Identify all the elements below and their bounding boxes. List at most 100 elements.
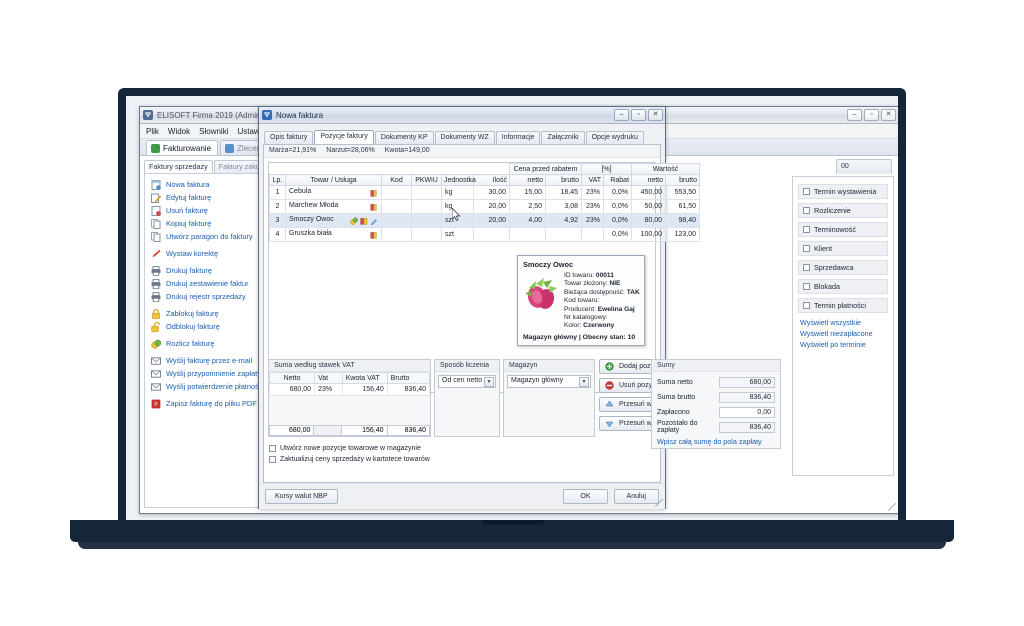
menu-plik[interactable]: Plik bbox=[146, 127, 159, 136]
cell-lp[interactable]: 3 bbox=[270, 214, 286, 228]
cell-name[interactable]: Gruszka biała bbox=[286, 228, 382, 242]
tab-opcje-wydruku[interactable]: Opcje wydruku bbox=[586, 131, 644, 144]
cell-name[interactable]: Marchew Młoda bbox=[286, 200, 382, 214]
cell-cena_brutto[interactable] bbox=[546, 228, 582, 242]
cell-cena_netto[interactable] bbox=[510, 228, 546, 242]
cell-vat[interactable]: 23% bbox=[582, 200, 604, 214]
column-header-netto[interactable]: netto bbox=[632, 175, 666, 186]
cell-name[interactable]: Smoczy Owoc bbox=[286, 214, 382, 228]
filter-rozliczenie[interactable]: Rozliczenie bbox=[798, 203, 888, 218]
cell-jm[interactable]: kg bbox=[442, 186, 474, 200]
sidebar-item-zapisz-faktur-do-pliku-pdf[interactable]: PZapisz fakturę do pliku PDF bbox=[145, 397, 265, 410]
filter-blokada[interactable]: Blokada bbox=[798, 279, 888, 294]
filter-link-2[interactable]: Wyświetl po terminie bbox=[798, 339, 888, 350]
sidebar-item-wy-lij-przypomnienie-zap-aty[interactable]: Wyślij przypomnienie zapłaty bbox=[145, 367, 265, 380]
sidebar-item-wy-lij-faktur-przez-e-mail[interactable]: Wyślij fakturę przez e-mail bbox=[145, 354, 265, 367]
sidebar-item-wystaw-korekt[interactable]: Wystaw korektę bbox=[145, 247, 265, 260]
cell-rabat[interactable]: 0,0% bbox=[604, 228, 632, 242]
cell-pkwiu[interactable] bbox=[412, 228, 442, 242]
sidebar-item-utw-rz-paragon-do-faktury[interactable]: Utwórz paragon do faktury bbox=[145, 230, 265, 243]
cell-wart_brutto[interactable]: 98,40 bbox=[666, 214, 700, 228]
tab-opis-faktury[interactable]: Opis faktury bbox=[264, 131, 313, 144]
cell-pkwiu[interactable] bbox=[412, 214, 442, 228]
cell-cena_netto[interactable]: 4,00 bbox=[510, 214, 546, 228]
cell-kod[interactable] bbox=[382, 228, 412, 242]
checkbox-icon[interactable] bbox=[803, 207, 810, 214]
tab-pozycje-faktury[interactable]: Pozycje faktury bbox=[314, 130, 373, 144]
cell-vat[interactable] bbox=[582, 228, 604, 242]
cell-kod[interactable] bbox=[382, 200, 412, 214]
chevron-down-icon[interactable]: ▼ bbox=[579, 377, 589, 387]
cell-wart_netto[interactable]: 80,00 bbox=[632, 214, 666, 228]
sidebar-item-wy-lij-potwierdzenie-p-atno[interactable]: Wyślij potwierdzenie płatność bbox=[145, 380, 265, 393]
cell-ilosc[interactable]: 20,00 bbox=[474, 214, 510, 228]
column-header-pkwiu[interactable]: PKWiU bbox=[412, 175, 442, 186]
maximize-icon[interactable]: ▫ bbox=[631, 109, 646, 121]
cell-pkwiu[interactable] bbox=[412, 200, 442, 214]
warehouse-icon[interactable] bbox=[370, 189, 378, 197]
checkbox-icon[interactable] bbox=[803, 245, 810, 252]
cell-kod[interactable] bbox=[382, 186, 412, 200]
fill-payment-link[interactable]: Wpisz całą sumę do pola zapłaty bbox=[652, 436, 780, 447]
filter-klient[interactable]: Klient bbox=[798, 241, 888, 256]
cell-wart_brutto[interactable]: 553,50 bbox=[666, 186, 700, 200]
warehouse-icon[interactable] bbox=[370, 203, 378, 211]
filter-link-0[interactable]: Wyświetl wszystkie bbox=[798, 317, 888, 328]
cell-kod[interactable] bbox=[382, 214, 412, 228]
right-panel-tab[interactable]: 00 bbox=[836, 159, 892, 174]
sidebar-item-drukuj-rejestr-sprzeda-y[interactable]: Drukuj rejestr sprzedaży bbox=[145, 290, 265, 303]
warehouse-icon[interactable] bbox=[370, 231, 378, 239]
cell-rabat[interactable]: 0,0% bbox=[604, 186, 632, 200]
cell-rabat[interactable]: 0,0% bbox=[604, 200, 632, 214]
resize-grip[interactable] bbox=[888, 503, 896, 511]
column-header-rabat[interactable]: Rabat bbox=[604, 175, 632, 186]
sidebar-item-drukuj-zestawienie-faktur[interactable]: Drukuj zestawienie faktur bbox=[145, 277, 265, 290]
cell-pkwiu[interactable] bbox=[412, 186, 442, 200]
cell-cena_brutto[interactable]: 4,92 bbox=[546, 214, 582, 228]
tab-informacje[interactable]: Informacje bbox=[496, 131, 541, 144]
checkbox-icon[interactable] bbox=[803, 226, 810, 233]
option-create-new-items[interactable]: Utwórz nowe pozycje towarowe w magazynie bbox=[269, 445, 430, 452]
nbp-rates-button[interactable]: Kursy walut NBP bbox=[265, 489, 338, 504]
cell-ilosc[interactable] bbox=[474, 228, 510, 242]
menu-slowniki[interactable]: Słowniki bbox=[199, 127, 228, 136]
column-header-ilo[interactable]: Ilość bbox=[474, 175, 510, 186]
dialog-resize-grip[interactable] bbox=[655, 499, 663, 507]
sumy-value[interactable]: 0,00 bbox=[719, 407, 775, 418]
sidebar-item-nowa-faktura[interactable]: Nowa faktura bbox=[145, 178, 265, 191]
calc-method-select[interactable]: Od cen netto ▼ bbox=[438, 375, 496, 388]
cell-cena_netto[interactable]: 15,00 bbox=[510, 186, 546, 200]
column-header-brutto[interactable]: brutto bbox=[666, 175, 700, 186]
cancel-button[interactable]: Anuluj bbox=[614, 489, 659, 504]
close-icon[interactable]: ✕ bbox=[648, 109, 663, 121]
sidebar-item-drukuj-faktur[interactable]: Drukuj fakturę bbox=[145, 264, 265, 277]
checkbox-icon[interactable] bbox=[269, 445, 276, 452]
cell-ilosc[interactable]: 20,00 bbox=[474, 200, 510, 214]
wrench-icon[interactable] bbox=[370, 217, 378, 225]
minimize-icon[interactable]: – bbox=[614, 109, 629, 121]
column-header-jednostka[interactable]: Jednostka bbox=[442, 175, 474, 186]
table-row[interactable]: 4Gruszka białaszt0,0%100,00123,00 bbox=[270, 228, 700, 242]
table-row[interactable]: 1Cebulakg30,0015,0018,4523%0,0%450,00553… bbox=[270, 186, 700, 200]
tab-dokumenty-wz[interactable]: Dokumenty WZ bbox=[435, 131, 495, 144]
ribbon-tab-fakturowanie[interactable]: Fakturowanie bbox=[146, 140, 218, 155]
subtab-faktury-sprzedazy[interactable]: Faktury sprzedaży bbox=[144, 160, 213, 173]
sidebar-item-edytuj-faktur[interactable]: Edytuj fakturę bbox=[145, 191, 265, 204]
sidebar-item-odblokuj-faktur[interactable]: Odblokuj fakturę bbox=[145, 320, 265, 333]
tab-za-czniki[interactable]: Załączniki bbox=[541, 131, 584, 144]
warehouse-select[interactable]: Magazyn główny ▼ bbox=[507, 375, 591, 388]
cell-vat[interactable]: 23% bbox=[582, 214, 604, 228]
filter-termin-wystawienia[interactable]: Termin wystawienia bbox=[798, 184, 888, 199]
checkbox-icon[interactable] bbox=[803, 188, 810, 195]
cell-wart_brutto[interactable]: 61,50 bbox=[666, 200, 700, 214]
sidebar-item-usu-faktur[interactable]: Usuń fakturę bbox=[145, 204, 265, 217]
cell-ilosc[interactable]: 30,00 bbox=[474, 186, 510, 200]
close-icon[interactable]: ✕ bbox=[881, 109, 896, 121]
cell-wart_netto[interactable]: 50,00 bbox=[632, 200, 666, 214]
column-header-lp[interactable]: Lp. bbox=[270, 175, 286, 186]
cell-lp[interactable]: 1 bbox=[270, 186, 286, 200]
cell-cena_netto[interactable]: 2,50 bbox=[510, 200, 546, 214]
column-header-vat[interactable]: VAT bbox=[582, 175, 604, 186]
cell-wart_netto[interactable]: 450,00 bbox=[632, 186, 666, 200]
sidebar-item-rozlicz-faktur[interactable]: Rozlicz fakturę bbox=[145, 337, 265, 350]
